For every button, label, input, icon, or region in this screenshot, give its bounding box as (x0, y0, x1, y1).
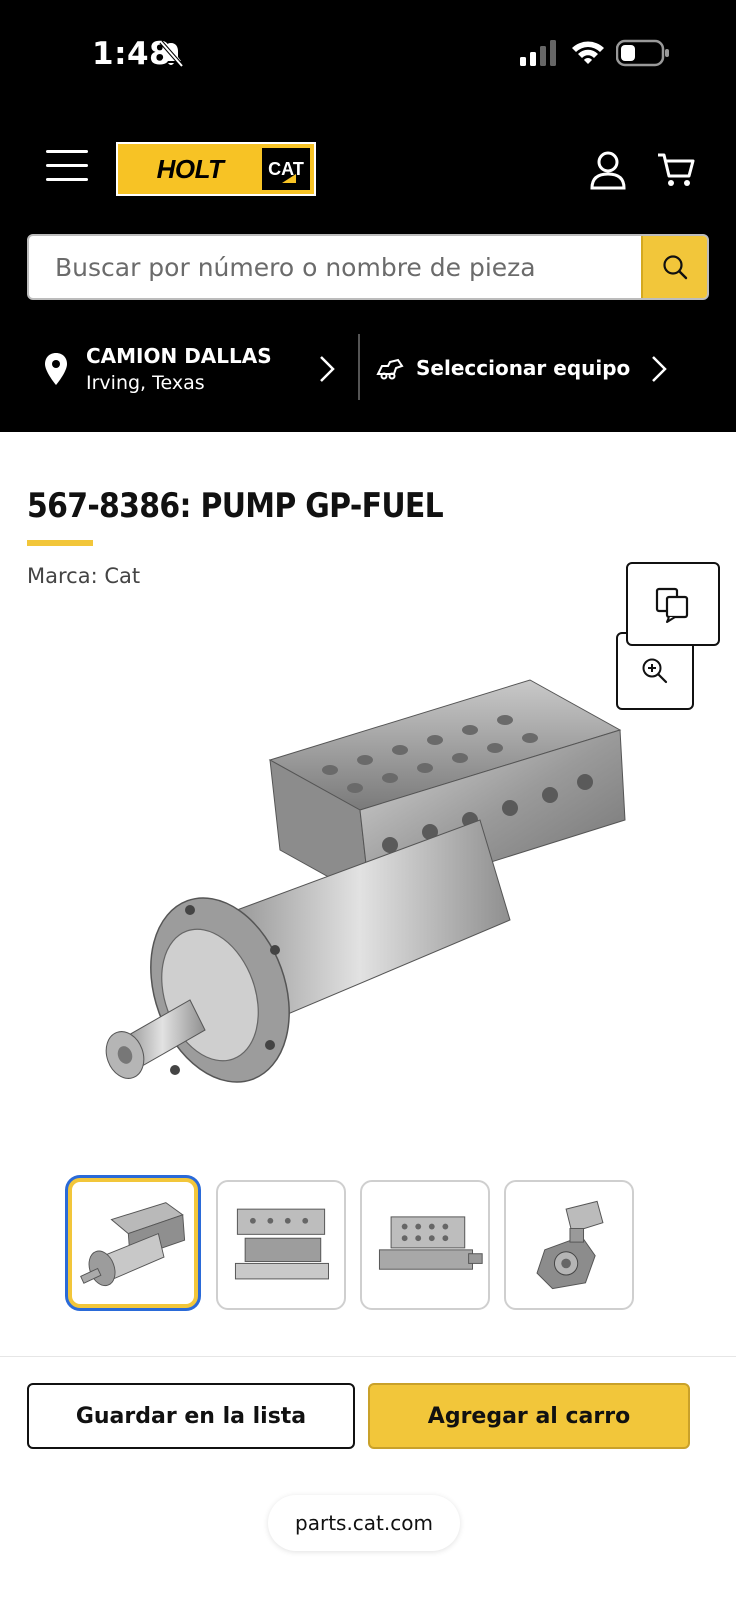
bell-muted-icon (159, 40, 184, 68)
store-city[interactable]: Irving, Texas (86, 372, 205, 394)
select-equipment-button[interactable]: Seleccionar equipo (416, 356, 630, 380)
search-input[interactable] (29, 236, 643, 298)
battery-icon (616, 39, 669, 67)
product-brand: Marca: Cat (27, 564, 141, 588)
thumbnail-1[interactable] (68, 1178, 198, 1308)
divider (358, 334, 360, 400)
equipment-icon (376, 358, 404, 380)
chevron-right-icon[interactable] (318, 354, 336, 384)
thumbnail-strip (68, 1176, 648, 1316)
cart-icon[interactable] (656, 152, 696, 188)
thumbnail-2[interactable] (216, 1180, 346, 1310)
thumbnail-3[interactable] (360, 1180, 490, 1310)
add-to-cart-button[interactable]: Agregar al carro (368, 1383, 690, 1449)
zoom-in-icon (642, 658, 668, 684)
status-bar: 1:48 (0, 0, 736, 110)
site-header: HOLT CAT CAMION DALLAS Irving, Texas (0, 110, 736, 432)
logo-holt-text: HOLT (156, 153, 224, 184)
logo-cat-text: CAT (262, 148, 310, 190)
location-row: CAMION DALLAS Irving, Texas Seleccionar … (0, 334, 736, 404)
bottom-action-bar: Guardar en la lista Agregar al carro par… (0, 1356, 736, 1600)
product-image[interactable] (80, 660, 640, 1130)
wifi-icon (572, 41, 604, 64)
search-icon (663, 255, 688, 280)
search-bar (27, 234, 709, 300)
compare-icon (655, 587, 689, 623)
page-title: 567-8386: PUMP GP-FUEL (27, 486, 444, 526)
save-to-list-button[interactable]: Guardar en la lista (27, 1383, 355, 1449)
search-button[interactable] (641, 236, 707, 298)
compare-button[interactable] (626, 562, 720, 646)
account-icon[interactable] (588, 150, 628, 190)
chevron-right-icon[interactable] (650, 354, 668, 384)
title-accent-bar (27, 540, 93, 546)
signal-icon (520, 40, 556, 66)
thumbnail-4[interactable] (504, 1180, 634, 1310)
location-pin-icon (45, 353, 67, 385)
menu-icon[interactable] (46, 150, 88, 184)
browser-url-bar[interactable]: parts.cat.com (268, 1495, 460, 1551)
holt-cat-logo[interactable]: HOLT CAT (116, 142, 316, 196)
store-name[interactable]: CAMION DALLAS (86, 344, 272, 368)
